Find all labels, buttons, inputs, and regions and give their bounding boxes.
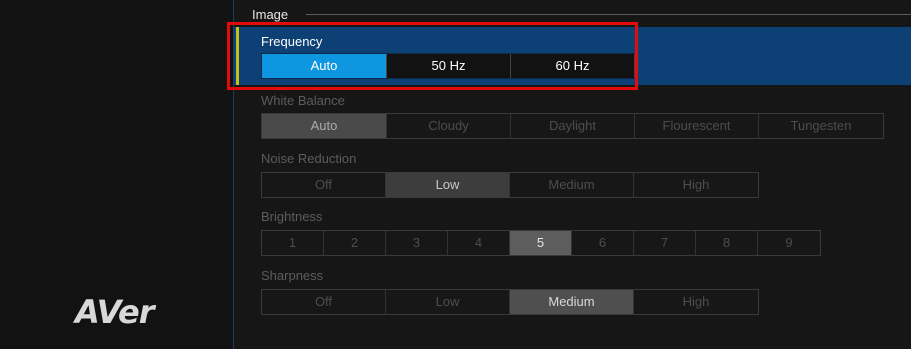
noise-reduction-selector: Off Low Medium High	[261, 172, 759, 198]
brightness-option-2[interactable]: 2	[324, 231, 386, 255]
white-balance-label: White Balance	[261, 93, 345, 108]
sharpness-option-high[interactable]: High	[634, 290, 758, 314]
white-balance-selector: Auto Cloudy Daylight Flourescent Tungest…	[261, 113, 884, 139]
brightness-option-9[interactable]: 9	[758, 231, 820, 255]
noise-reduction-label: Noise Reduction	[261, 151, 357, 166]
brightness-option-7[interactable]: 7	[634, 231, 696, 255]
white-balance-option-auto[interactable]: Auto	[262, 114, 387, 138]
brightness-option-8[interactable]: 8	[696, 231, 758, 255]
white-balance-option-daylight[interactable]: Daylight	[511, 114, 635, 138]
sharpness-option-off[interactable]: Off	[262, 290, 386, 314]
brightness-option-6[interactable]: 6	[572, 231, 634, 255]
white-balance-option-cloudy[interactable]: Cloudy	[387, 114, 511, 138]
aver-logo: AVer	[75, 293, 155, 331]
section-divider	[306, 14, 911, 15]
section-title: Image	[252, 6, 289, 22]
sharpness-selector: Off Low Medium High	[261, 289, 759, 315]
section-header: Image	[252, 6, 288, 22]
brightness-option-5[interactable]: 5	[510, 231, 572, 255]
sharpness-option-medium[interactable]: Medium	[510, 290, 634, 314]
brightness-option-1[interactable]: 1	[262, 231, 324, 255]
brightness-option-4[interactable]: 4	[448, 231, 510, 255]
noise-reduction-option-medium[interactable]: Medium	[510, 173, 634, 197]
brightness-label: Brightness	[261, 209, 323, 224]
frequency-callout-box	[227, 22, 638, 90]
brightness-selector: 1 2 3 4 5 6 7 8 9	[261, 230, 821, 256]
sidebar: AVer	[0, 0, 234, 349]
sharpness-option-low[interactable]: Low	[386, 290, 510, 314]
noise-reduction-option-high[interactable]: High	[634, 173, 758, 197]
noise-reduction-option-low[interactable]: Low	[386, 173, 510, 197]
noise-reduction-option-off[interactable]: Off	[262, 173, 386, 197]
brightness-option-3[interactable]: 3	[386, 231, 448, 255]
sharpness-label: Sharpness	[261, 268, 324, 283]
white-balance-option-flourescent[interactable]: Flourescent	[635, 114, 759, 138]
white-balance-option-tungesten[interactable]: Tungesten	[759, 114, 883, 138]
